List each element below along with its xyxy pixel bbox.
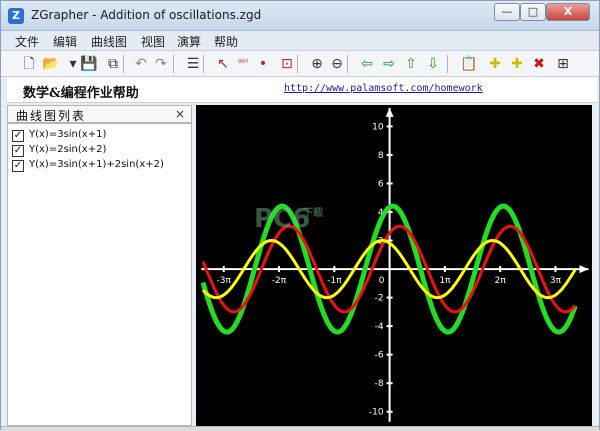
zoom-out-icon[interactable]: ⊖ [327, 54, 347, 74]
curve-checkbox[interactable]: ✓ [12, 130, 24, 142]
x-tick-label: -1π [327, 276, 342, 286]
toolbar-separator [447, 55, 448, 73]
y-tick-label: -4 [375, 322, 384, 332]
copy-icon[interactable]: ⧉ [103, 54, 123, 74]
save-icon[interactable]: 💾 [79, 54, 99, 74]
homework-link[interactable]: http://www.palamsoft.com/homework [284, 83, 483, 94]
curve-label: Y(x)=2sin(x+2) [29, 144, 107, 155]
undo-icon[interactable]: ↶ [131, 54, 151, 74]
y-tick-label: 6 [378, 179, 384, 189]
banner-title: 数学&编程作业帮助 [23, 86, 139, 101]
curve-checkbox[interactable]: ✓ [12, 145, 24, 157]
x-tick-label: 0 [379, 276, 385, 286]
y-tick-label: 10 [372, 122, 384, 132]
redo-icon[interactable]: ↷ [151, 54, 171, 74]
menu-bar: 文件 编辑 曲线图 视图 演算 帮助 [1, 31, 599, 51]
app-logo-icon: Z [8, 8, 24, 24]
function-plot[interactable]: -3π -2π -1π 0 1π 2π 3π108642-2-4-6-8-10 [196, 105, 592, 426]
y-tick-label: -10 [369, 408, 384, 418]
zoom-in-icon[interactable]: ⊕ [307, 54, 327, 74]
toolbar-separator [173, 55, 174, 73]
panel-close-icon[interactable]: × [175, 107, 185, 121]
curve-checkbox[interactable]: ✓ [12, 160, 24, 172]
menu-edit[interactable]: 编辑 [53, 33, 77, 50]
toolbar-separator [347, 55, 348, 73]
zoom-box-icon[interactable]: ⊡ [277, 54, 297, 74]
curves-list: ✓ Y(x)=3sin(x+1) ✓ Y(x)=2sin(x+2) ✓ Y(x)… [7, 123, 192, 426]
window-title: ZGrapher - Addition of oscillations.zgd [31, 8, 262, 22]
point-icon[interactable]: • [253, 54, 273, 74]
add-curve-alt-icon[interactable]: ✚ [507, 54, 527, 74]
y-axis-arrow [385, 107, 394, 117]
menu-help[interactable]: 帮助 [214, 33, 238, 50]
status-bar [1, 426, 599, 431]
arrow-down-icon[interactable]: ⇩ [423, 54, 443, 74]
curves-panel-title: 曲线图列表 [16, 109, 87, 123]
x-tick-label: -3π [217, 276, 232, 286]
menu-view[interactable]: 视图 [141, 33, 165, 50]
x-tick-label: 1π [439, 276, 451, 286]
graph-area[interactable]: -3π -2π -1π 0 1π 2π 3π 10 8 6 4 2 -2 -4 -6 -8 -10 [196, 105, 592, 426]
x-tick-label: 3π [550, 276, 562, 286]
clipboard-icon[interactable]: 📋 [459, 54, 479, 74]
minimize-button[interactable]: — [494, 3, 520, 21]
close-button[interactable]: X [546, 3, 590, 21]
arrow-left-icon[interactable]: ⇦ [357, 54, 377, 74]
label-icon[interactable]: ᵃᵇˡ [233, 54, 253, 74]
watermark-sub: 下载 [303, 208, 323, 219]
toolbar: 🗋 📂 ▾ 💾 ⧉ ↶ ↷ ☰ ↖ ᵃᵇˡ • ⊡ ⊕ ⊖ ⇦ ⇨ ⇧ ⇩ 📋 ✚ ✚ ✖ ⊞ [1, 51, 599, 77]
curves-panel-header: 曲线图列表 × [7, 105, 192, 123]
y-tick-label: -6 [375, 351, 384, 361]
curve-label: Y(x)=3sin(x+1) [29, 129, 107, 140]
add-curve-icon[interactable]: ✚ [485, 54, 505, 74]
menu-file[interactable]: 文件 [15, 33, 39, 50]
y-tick-label: -8 [375, 379, 384, 389]
new-file-icon[interactable]: 🗋 [19, 54, 39, 74]
arrow-up-icon[interactable]: ⇧ [401, 54, 421, 74]
title-bar[interactable]: Z ZGrapher - Addition of oscillations.zg… [1, 1, 599, 31]
toolbar-separator [297, 55, 298, 73]
menu-calculate[interactable]: 演算 [177, 33, 201, 50]
y-tick-label: -2 [375, 294, 384, 304]
banner: 数学&编程作业帮助 http://www.palamsoft.com/homew… [7, 77, 597, 103]
curve-label: Y(x)=3sin(x+1)+2sin(x+2) [29, 159, 164, 170]
x-tick-label: 2π [495, 276, 507, 286]
y-tick-label: 8 [378, 151, 384, 161]
toolbar-separator [203, 55, 204, 73]
app-window: Z ZGrapher - Addition of oscillations.zg… [0, 0, 600, 431]
x-axis-arrow [579, 265, 589, 274]
open-folder-icon[interactable]: 📂 [41, 54, 61, 74]
curve-list-icon[interactable]: ☰ [183, 54, 203, 74]
toolbar-separator [123, 55, 124, 73]
maximize-button[interactable]: □ [520, 3, 546, 21]
pointer-icon[interactable]: ↖ [213, 54, 233, 74]
x-tick-label: -2π [272, 276, 287, 286]
delete-icon[interactable]: ✖ [529, 54, 549, 74]
properties-icon[interactable]: ⊞ [553, 54, 573, 74]
menu-graph[interactable]: 曲线图 [91, 33, 127, 50]
watermark-logo: PC6 [254, 204, 311, 234]
arrow-right-icon[interactable]: ⇨ [379, 54, 399, 74]
